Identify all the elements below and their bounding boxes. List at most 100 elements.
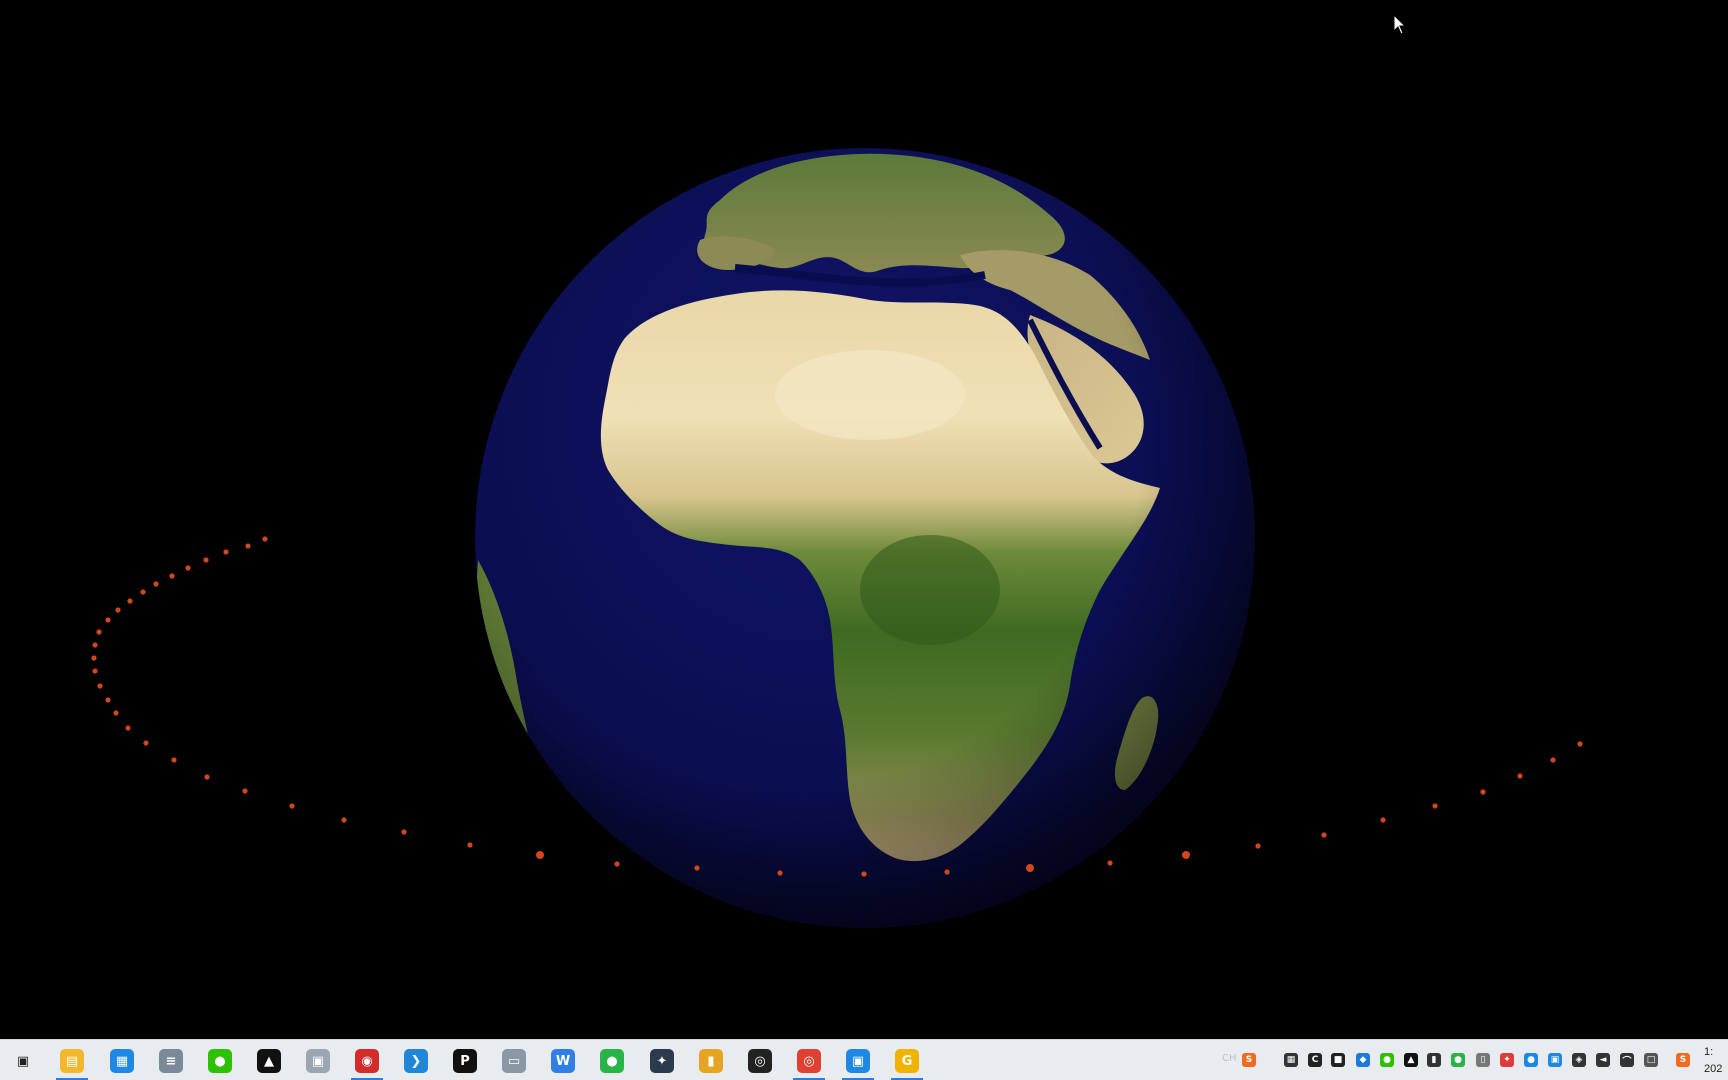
orbit-dot — [125, 725, 131, 731]
blue-circle-icon[interactable]: ● — [1524, 1053, 1538, 1067]
wifi-icon[interactable]: ⌒ — [1620, 1053, 1634, 1067]
mouse-cursor-icon — [1393, 14, 1407, 35]
obs-icon: ◎ — [748, 1049, 772, 1073]
taskbar-app-wechat[interactable]: ● — [198, 1044, 242, 1078]
taskbar-app-calculator[interactable]: ≡ — [149, 1044, 193, 1078]
taskbar-app-vscode[interactable]: ❯ — [394, 1044, 438, 1078]
penguin-icon[interactable]: ▲ — [1404, 1053, 1418, 1067]
orbit-dot — [1380, 817, 1386, 823]
green-circle-icon[interactable]: ● — [1451, 1053, 1465, 1067]
shield-icon[interactable]: ◈ — [1572, 1053, 1586, 1067]
microphone-icon[interactable]: ▮ — [1427, 1053, 1441, 1067]
orbit-dot — [92, 642, 98, 648]
orbit-dot — [694, 865, 700, 871]
orbit-dot — [143, 740, 149, 746]
orbit-dot — [614, 861, 620, 867]
orbit-dot — [105, 697, 111, 703]
green-circle-icon: ● — [600, 1049, 624, 1073]
earth-scene — [91, 148, 1583, 928]
record-icon: ◉ — [355, 1049, 379, 1073]
orbit-dot — [1107, 860, 1113, 866]
resolve-icon: ✦ — [650, 1049, 674, 1073]
taskbar-clock[interactable]: 1: 202 — [1704, 1044, 1728, 1078]
penguin-icon: ▲ — [257, 1049, 281, 1073]
orbit-dot — [1517, 773, 1523, 779]
orbit-dot — [1182, 851, 1190, 859]
orbit-dot — [97, 683, 103, 689]
ime-indicator[interactable]: CH — [1222, 1053, 1237, 1064]
chrome-icon: ◎ — [797, 1049, 821, 1073]
monitor-icon: ▭ — [502, 1049, 526, 1073]
orbit-dot — [777, 870, 783, 876]
orbit-dot — [91, 655, 97, 661]
orbit-dot — [1026, 864, 1034, 872]
vscode-icon: ❯ — [404, 1049, 428, 1073]
clock-date: 202 — [1704, 1063, 1723, 1075]
control-panel-icon: ▦ — [110, 1049, 134, 1073]
orbit-dot — [185, 565, 191, 571]
orbit-dot — [115, 607, 121, 613]
orbit-dot — [242, 788, 248, 794]
orbit-dot — [245, 543, 251, 549]
circle-p-icon: P — [453, 1049, 477, 1073]
g-icon: G — [895, 1049, 919, 1073]
taskbar-app-chrome[interactable]: ◎ — [787, 1044, 831, 1080]
capture-icon: ▣ — [846, 1049, 870, 1073]
orbit-dot — [171, 757, 177, 763]
orbit-dot — [113, 710, 119, 716]
taskbar-app-control-panel[interactable]: ▦ — [100, 1044, 144, 1078]
orbit-dot — [1321, 832, 1327, 838]
taskbar-app-screen-recorder[interactable]: ◉ — [345, 1044, 389, 1080]
orbit-dot — [944, 869, 950, 875]
taskbar-app-file-explorer[interactable]: ▤ — [50, 1044, 94, 1080]
orbit-dot — [153, 581, 159, 587]
earth-globe — [475, 148, 1255, 928]
folder-icon: ▤ — [60, 1049, 84, 1073]
orbit-dot — [203, 557, 209, 563]
cube-icon[interactable]: ◆ — [1356, 1053, 1370, 1067]
butterfly-icon[interactable]: ✦ — [1500, 1053, 1514, 1067]
windows-taskbar: ▣ ▤ ▦ ≡ ● ▲ ▣ ◉ ❯ P ▭ W ● ✦ ▮ ◎ ◎ ▣ G CH S ▦ C ■ ◆ ● ▲ ▮ ● ▯ ✦ ● ▣ ◈ ◄ ⌒ □… — [0, 1039, 1728, 1080]
clock-time: 1: — [1704, 1046, 1714, 1058]
w-doc-icon: W — [551, 1049, 575, 1073]
screen-icon[interactable]: ▣ — [1548, 1053, 1562, 1067]
orbit-dot — [861, 871, 867, 877]
coin-icon[interactable]: C — [1308, 1053, 1322, 1067]
grid-icon[interactable]: ▦ — [1284, 1053, 1298, 1067]
orbit-dot — [127, 598, 133, 604]
taskbar-app-photo-viewer[interactable]: ▣ — [296, 1044, 340, 1078]
wechat-icon: ● — [208, 1049, 232, 1073]
flag-icon[interactable]: ■ — [1331, 1053, 1345, 1067]
orbit-dot — [341, 817, 347, 823]
orbit-dot — [96, 629, 102, 635]
orbit-dot — [536, 851, 544, 859]
usb-drive-icon[interactable]: ▯ — [1476, 1053, 1490, 1067]
taskbar-app-obs[interactable]: ◎ — [738, 1044, 782, 1078]
taskbar-app-office-tool[interactable]: ▮ — [689, 1044, 733, 1078]
taskbar-app-remote-desktop[interactable]: ▭ — [492, 1044, 536, 1078]
orbit-dot — [169, 573, 175, 579]
taskbar-app-pixel-app[interactable]: P — [443, 1044, 487, 1078]
sogou-s-icon[interactable]: S — [1676, 1053, 1690, 1067]
speaker-icon[interactable]: ◄ — [1596, 1053, 1610, 1067]
calculator-icon: ≡ — [159, 1049, 183, 1073]
task-view-icon: ▣ — [16, 1053, 30, 1069]
taskbar-app-davinci-resolve[interactable]: ✦ — [640, 1044, 684, 1078]
network-icon[interactable]: □ — [1644, 1053, 1658, 1067]
orbit-dot — [105, 617, 111, 623]
taskbar-app-screenshot-tool[interactable]: ▣ — [836, 1044, 880, 1080]
taskbar-app-green-app[interactable]: ● — [590, 1044, 634, 1078]
orbit-dot — [1577, 741, 1583, 747]
wechat-icon[interactable]: ● — [1380, 1053, 1394, 1067]
bookmark-icon: ▮ — [699, 1049, 723, 1073]
taskbar-app-task-view[interactable]: ▣ — [1, 1044, 45, 1078]
orbit-dot — [1432, 803, 1438, 809]
taskbar-app-wps-writer[interactable]: W — [541, 1044, 585, 1078]
taskbar-app-qq[interactable]: ▲ — [247, 1044, 291, 1078]
sogou-s-icon[interactable]: S — [1242, 1053, 1256, 1067]
desktop-viewport — [0, 0, 1728, 1039]
taskbar-app-g-app[interactable]: G — [885, 1044, 929, 1080]
photo-icon: ▣ — [306, 1049, 330, 1073]
orbit-dot — [223, 549, 229, 555]
orbit-dot — [1480, 789, 1486, 795]
